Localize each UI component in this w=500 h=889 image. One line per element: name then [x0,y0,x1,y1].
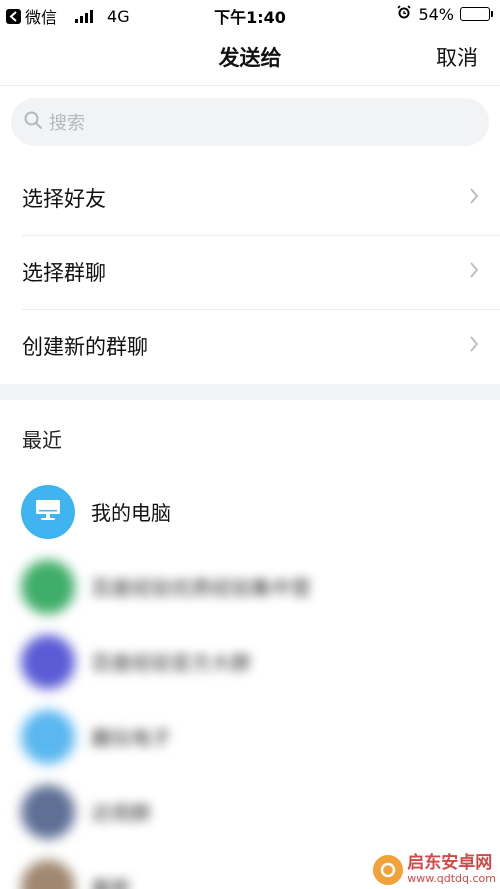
list-item[interactable]: 百度经验优质经验集中营 [0,549,500,624]
chevron-right-icon [468,187,480,209]
search-input[interactable]: 搜索 [11,98,489,146]
status-bar: 微信 4G 下午1:40 54% [0,0,500,28]
avatar [21,559,75,614]
avatar [21,709,75,764]
watermark: 启东安卓网 www.qdtdq.com [373,853,496,886]
contact-name: 趣玩电子 [91,726,171,750]
menu-item-label: 选择好友 [22,187,106,211]
list-item[interactable]: 趣玩电子 [0,699,500,774]
menu-item-label: 选择群聊 [22,261,106,285]
list-item[interactable]: 达观群 [0,774,500,849]
watermark-name: 启东安卓网 [407,853,493,874]
contact-name: 我的电脑 [91,501,171,525]
watermark-logo-icon [373,855,404,885]
monitor-icon [34,498,62,526]
contact-name: 最新 [91,876,131,889]
contact-name: 百度经验优质经验集中营 [91,576,311,600]
battery-percent: 54% [418,4,454,24]
battery-icon [460,7,493,21]
avatar [21,634,75,689]
cancel-button[interactable]: 取消 [436,42,478,72]
avatar [21,484,75,539]
section-divider [0,384,500,400]
alarm-icon [396,4,412,24]
chevron-right-icon [468,335,480,357]
chevron-right-icon [468,261,480,283]
contact-name: 达观群 [91,801,151,825]
nav-bar: 发送给 取消 [0,28,500,86]
watermark-url: www.qdtdq.com [407,872,496,886]
search-icon [23,110,43,134]
menu-item-label: 创建新的群聊 [22,335,148,359]
menu-item-select-friend[interactable]: 选择好友 [0,161,500,235]
menu-item-create-group[interactable]: 创建新的群聊 [0,309,500,383]
search-placeholder: 搜索 [49,113,85,134]
recent-section-title: 最近 [22,428,62,452]
avatar [21,784,75,839]
list-item[interactable]: 百度经验官方大群 [0,624,500,699]
recent-contacts-list: 我的电脑 百度经验优质经验集中营 百度经验官方大群 趣玩电子 达观群 最新 [0,474,500,889]
avatar [21,859,75,889]
contact-my-computer[interactable]: 我的电脑 [0,474,500,549]
status-right: 54% [396,4,493,24]
send-options-list: 选择好友 选择群聊 创建新的群聊 [0,161,500,383]
page-title: 发送给 [218,46,282,70]
contact-name: 百度经验官方大群 [91,651,251,675]
menu-item-select-group[interactable]: 选择群聊 [0,235,500,309]
